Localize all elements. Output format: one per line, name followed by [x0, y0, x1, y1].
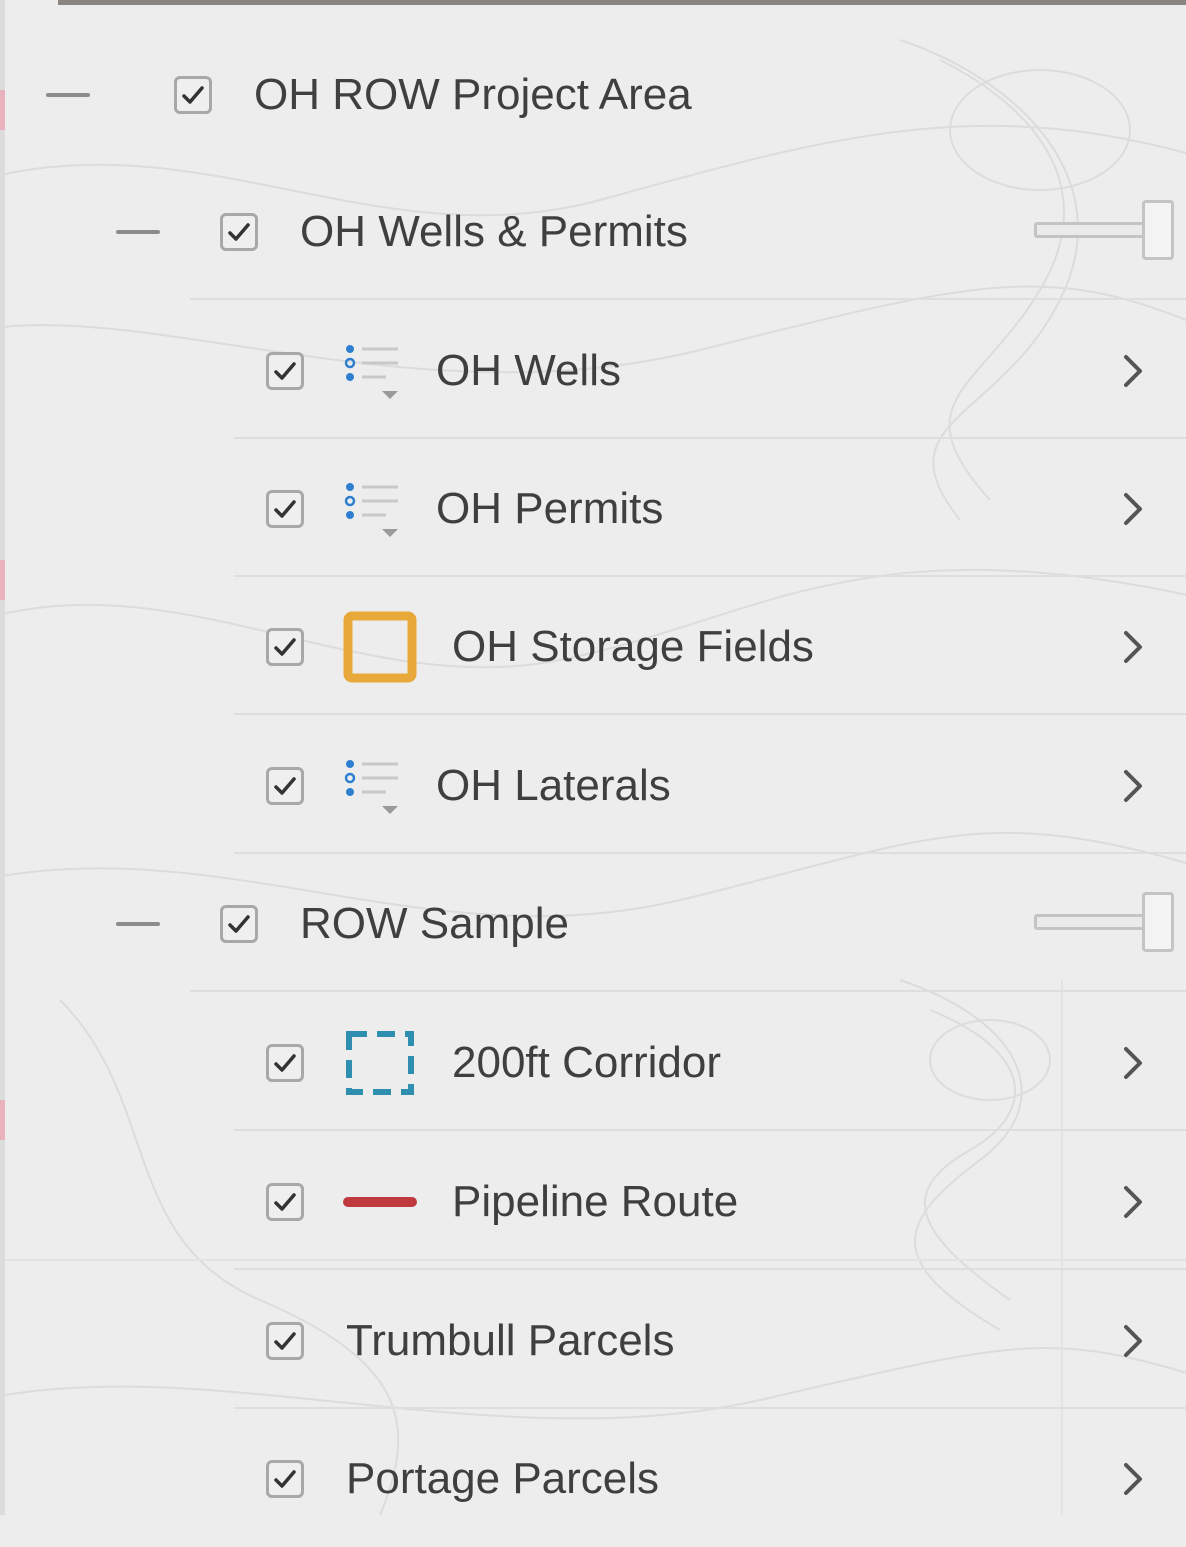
layer-visibility-checkbox[interactable] [266, 1182, 304, 1221]
layer-visibility-checkbox[interactable] [266, 766, 304, 805]
chevron-right-icon[interactable] [1118, 1043, 1148, 1083]
layer-row[interactable]: Portage Parcels [0, 1410, 1186, 1547]
collapse-icon[interactable] [116, 229, 160, 234]
layer-label: Trumbull Parcels [346, 1315, 675, 1365]
layer-row[interactable]: Trumbull Parcels [0, 1272, 1186, 1409]
row-divider [234, 575, 1186, 577]
chevron-right-icon[interactable] [1118, 1321, 1148, 1361]
layer-group-label: OH ROW Project Area [254, 69, 692, 119]
opacity-slider[interactable] [1034, 199, 1184, 264]
row-divider [234, 713, 1186, 715]
slider-track [1034, 221, 1154, 238]
chevron-right-icon[interactable] [1118, 627, 1148, 667]
checkmark-icon [228, 914, 250, 933]
chevron-right-icon[interactable] [1118, 1182, 1148, 1222]
layer-row[interactable]: Pipeline Route [0, 1133, 1186, 1270]
chevron-right-icon[interactable] [1118, 489, 1148, 529]
layer-row[interactable]: OH Permits [0, 440, 1186, 577]
checkmark-icon [274, 499, 296, 518]
layer-group-row[interactable]: OH Wells & Permits [0, 163, 1186, 300]
row-divider [234, 1268, 1186, 1270]
row-divider [190, 990, 1186, 992]
layer-visibility-checkbox[interactable] [266, 351, 304, 390]
layer-row[interactable]: 200ft Corridor [0, 994, 1186, 1131]
legend-list-icon [344, 482, 398, 537]
checkmark-icon [274, 361, 296, 380]
line-icon [343, 1196, 417, 1207]
layer-visibility-checkbox[interactable] [266, 1043, 304, 1082]
layer-label: OH Permits [436, 483, 664, 533]
layer-label: Pipeline Route [452, 1176, 739, 1226]
layer-label: OH Wells [436, 345, 621, 395]
layer-label: Portage Parcels [346, 1453, 660, 1503]
row-divider [234, 852, 1186, 854]
checkmark-icon [274, 1469, 296, 1488]
layer-row[interactable]: OH Storage Fields [0, 578, 1186, 715]
layer-group-row[interactable]: OH ROW Project Area [0, 26, 1186, 163]
layer-group-label: OH Wells & Permits [300, 206, 688, 256]
opacity-slider[interactable] [1034, 891, 1184, 956]
layer-visibility-checkbox[interactable] [266, 1321, 304, 1360]
chevron-right-icon[interactable] [1118, 766, 1148, 806]
row-divider [190, 298, 1186, 300]
row-divider [234, 1129, 1186, 1131]
layer-visibility-checkbox[interactable] [266, 1459, 304, 1498]
slider-thumb[interactable] [1142, 199, 1174, 260]
checkmark-icon [274, 1331, 296, 1350]
row-divider [234, 437, 1186, 439]
checkmark-icon [182, 85, 204, 104]
layer-visibility-checkbox[interactable] [220, 212, 258, 251]
dashed-polygon-icon [346, 1030, 414, 1095]
legend-list-icon [344, 344, 398, 399]
layer-label: OH Laterals [436, 760, 671, 810]
chevron-right-icon[interactable] [1118, 351, 1148, 391]
collapse-icon[interactable] [116, 921, 160, 926]
slider-track [1034, 913, 1154, 930]
checkmark-icon [274, 776, 296, 795]
checkmark-icon [274, 1053, 296, 1072]
slider-thumb[interactable] [1142, 891, 1174, 952]
layer-row[interactable]: OH Laterals [0, 717, 1186, 854]
chevron-right-icon[interactable] [1118, 1459, 1148, 1499]
layer-visibility-checkbox[interactable] [266, 489, 304, 528]
layer-visibility-checkbox[interactable] [174, 75, 212, 114]
checkmark-icon [274, 637, 296, 656]
layer-label: OH Storage Fields [452, 621, 814, 671]
layer-label: 200ft Corridor [452, 1037, 722, 1087]
layer-visibility-checkbox[interactable] [220, 904, 258, 943]
checkmark-icon [274, 1192, 296, 1211]
collapse-icon[interactable] [46, 92, 90, 97]
layer-group-row[interactable]: ROW Sample [0, 855, 1186, 992]
legend-list-icon [344, 759, 398, 814]
checkmark-icon [228, 222, 250, 241]
layer-visibility-checkbox[interactable] [266, 627, 304, 666]
layer-group-label: ROW Sample [300, 898, 569, 948]
polygon-outline-icon [343, 611, 417, 682]
row-divider [234, 1407, 1186, 1409]
layer-row[interactable]: OH Wells [0, 302, 1186, 439]
